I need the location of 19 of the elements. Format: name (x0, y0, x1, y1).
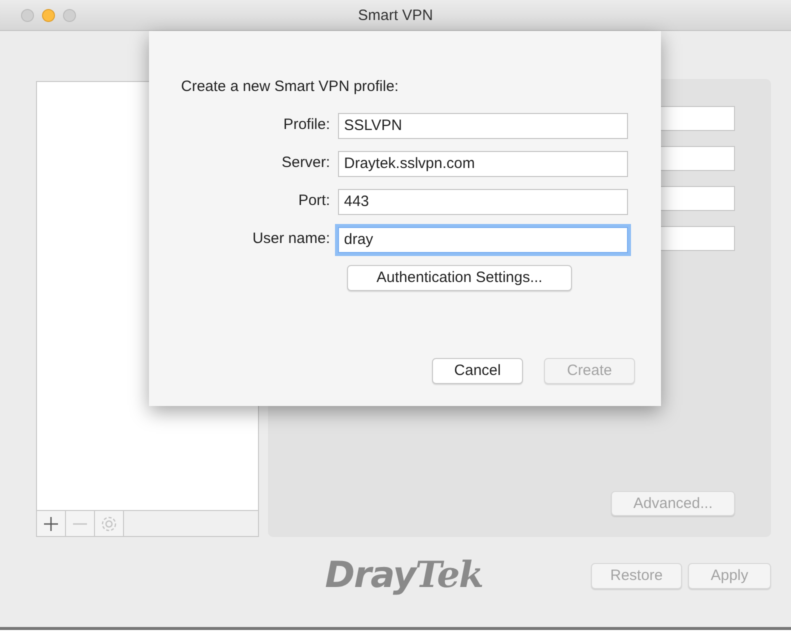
gear-icon (100, 514, 118, 532)
input-field[interactable]: Draytek.sslvpn.com (338, 150, 628, 176)
minus-icon (73, 522, 87, 524)
plus-button[interactable] (37, 511, 66, 536)
logo: DrayTek (325, 557, 483, 594)
field-label: Port: (298, 192, 330, 210)
window-title: Smart VPN (358, 7, 433, 24)
input-field[interactable]: SSLVPN (338, 112, 628, 138)
field-label: Server: (282, 154, 330, 172)
field-label: Profile: (283, 116, 330, 134)
input-field[interactable]: 443 (338, 188, 628, 214)
plus-icon (42, 514, 60, 532)
dialog-button[interactable]: Cancel (432, 358, 523, 384)
field-label: User name: (252, 230, 330, 248)
dialog-heading: Create a new Smart VPN profile: (181, 78, 399, 95)
authentication-settings-button[interactable]: Authentication Settings... (347, 264, 572, 290)
close-icon[interactable] (21, 9, 34, 22)
minimize-icon[interactable] (42, 9, 55, 22)
zoom-icon[interactable] (63, 9, 76, 22)
